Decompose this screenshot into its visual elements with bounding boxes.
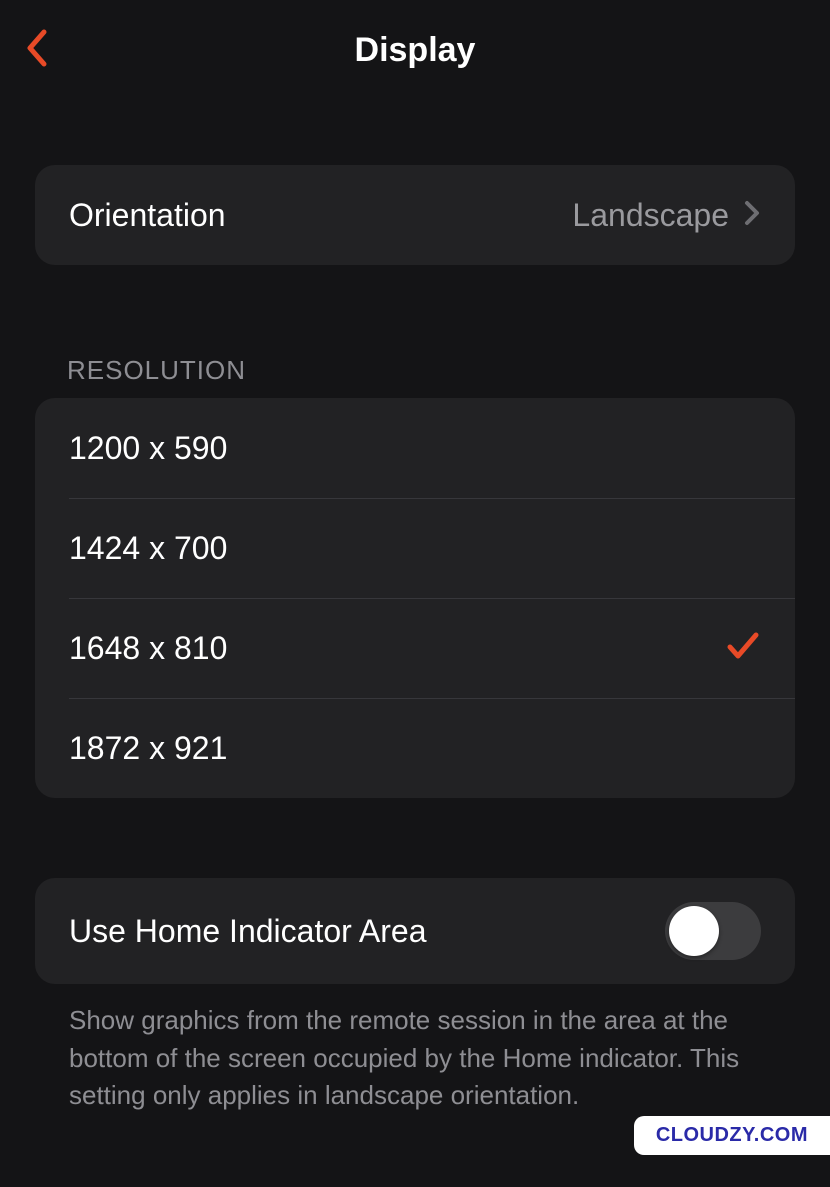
resolution-option-label: 1200 x 590 [69,430,227,467]
chevron-right-icon [743,199,761,232]
toggle-knob [669,906,719,956]
resolution-option-0[interactable]: 1200 x 590 [35,398,795,498]
resolution-option-3[interactable]: 1872 x 921 [69,698,795,798]
resolution-option-1[interactable]: 1424 x 700 [69,498,795,598]
resolution-option-2[interactable]: 1648 x 810 [69,598,795,698]
resolution-option-label: 1872 x 921 [69,730,227,767]
page-title: Display [0,31,830,70]
resolution-group: 1200 x 590 1424 x 700 1648 x 810 1872 x … [35,398,795,798]
home-indicator-group: Use Home Indicator Area [35,878,795,984]
header: Display [0,0,830,100]
chevron-left-icon [24,28,48,73]
home-indicator-toggle[interactable] [665,902,761,960]
checkmark-icon [725,628,761,669]
watermark-badge: CLOUDZY.COM [634,1116,830,1155]
orientation-value: Landscape [572,197,729,234]
orientation-label: Orientation [69,197,226,234]
orientation-group: Orientation Landscape [35,165,795,265]
resolution-option-label: 1424 x 700 [69,530,227,567]
home-indicator-row: Use Home Indicator Area [35,878,795,984]
back-button[interactable] [14,28,58,72]
resolution-heading: RESOLUTION [67,355,795,386]
home-indicator-label: Use Home Indicator Area [69,913,427,950]
resolution-option-label: 1648 x 810 [69,630,227,667]
orientation-row[interactable]: Orientation Landscape [35,165,795,265]
home-indicator-description: Show graphics from the remote session in… [35,984,795,1115]
